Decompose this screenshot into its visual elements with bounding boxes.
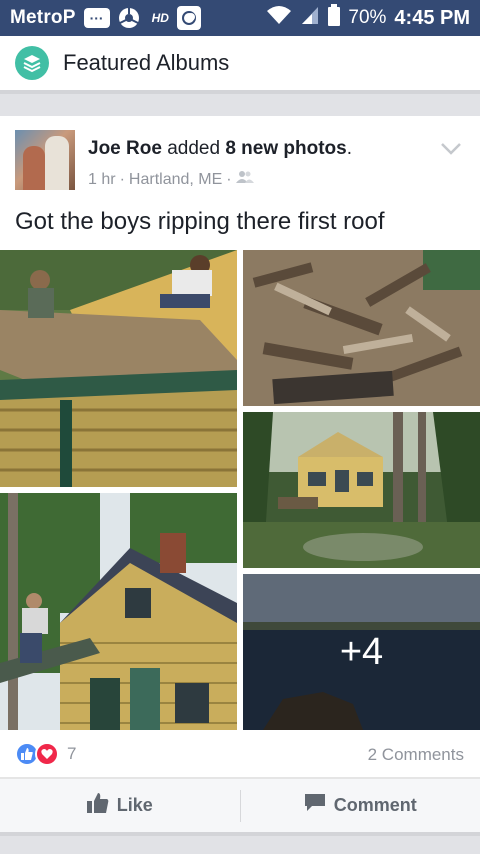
- hd-badge: HD: [151, 11, 169, 25]
- post-location[interactable]: Hartland, ME: [129, 171, 222, 189]
- like-button[interactable]: Like: [0, 779, 240, 832]
- reaction-count: 7: [67, 744, 77, 763]
- carrier-label: MetroP: [10, 7, 76, 28]
- layers-icon: [15, 46, 49, 80]
- photo-grid: +4: [0, 250, 480, 730]
- comment-bubble-icon: [304, 793, 326, 818]
- chrome-icon: [118, 7, 140, 29]
- chat-notification-icon: ···: [83, 8, 110, 28]
- featured-albums-header[interactable]: Featured Albums: [0, 36, 480, 90]
- comment-button[interactable]: Comment: [241, 779, 480, 832]
- app-notification-icon: [176, 6, 201, 30]
- post-meta: 1 hr · Hartland, ME ·: [88, 170, 254, 189]
- post-action-text: added: [167, 138, 221, 159]
- love-reaction-icon: [35, 742, 59, 766]
- thumbs-up-icon: [86, 792, 109, 819]
- photo-roof-debris[interactable]: [243, 250, 480, 406]
- reactions-summary[interactable]: 7: [15, 742, 76, 766]
- post-action-highlight[interactable]: 8 new photos: [225, 138, 346, 159]
- photo-cabin-woods[interactable]: [243, 412, 480, 568]
- post-time[interactable]: 1 hr: [88, 171, 116, 189]
- section-divider: [0, 90, 480, 116]
- comment-label: Comment: [333, 795, 417, 815]
- like-label: Like: [116, 795, 153, 815]
- meta-separator: ·: [119, 170, 125, 188]
- page-title: Featured Albums: [63, 50, 230, 75]
- clock: 4:45 PM: [394, 6, 470, 29]
- feed-bottom-divider: [0, 832, 480, 854]
- author-name[interactable]: Joe Roe: [88, 138, 162, 159]
- battery-icon: [328, 4, 341, 32]
- post-text: Got the boys ripping there first roof: [15, 208, 385, 235]
- post-actions: Like Comment: [0, 779, 480, 832]
- chevron-down-icon[interactable]: [440, 142, 462, 161]
- battery-percent: 70%: [348, 7, 387, 28]
- post-action-suffix: .: [346, 138, 353, 159]
- avatar[interactable]: [15, 130, 75, 190]
- photo-roof-workers[interactable]: [0, 250, 237, 487]
- more-photos-overlay[interactable]: +4: [243, 574, 480, 730]
- photo-lake-more[interactable]: +4: [243, 574, 480, 730]
- post-card: Joe Roe added 8 new photos. 1 hr · Hartl…: [0, 116, 480, 832]
- signal-icon: [300, 5, 320, 31]
- friends-privacy-icon: [235, 170, 254, 189]
- comments-count-link[interactable]: 2 Comments: [368, 745, 464, 765]
- wifi-icon: [266, 5, 292, 31]
- post-header: Joe Roe added 8 new photos.: [88, 138, 352, 160]
- photo-cabin-roof[interactable]: [0, 493, 237, 730]
- status-bar: MetroP ··· HD 70% 4:45 PM: [0, 0, 480, 36]
- meta-separator-2: ·: [226, 170, 232, 188]
